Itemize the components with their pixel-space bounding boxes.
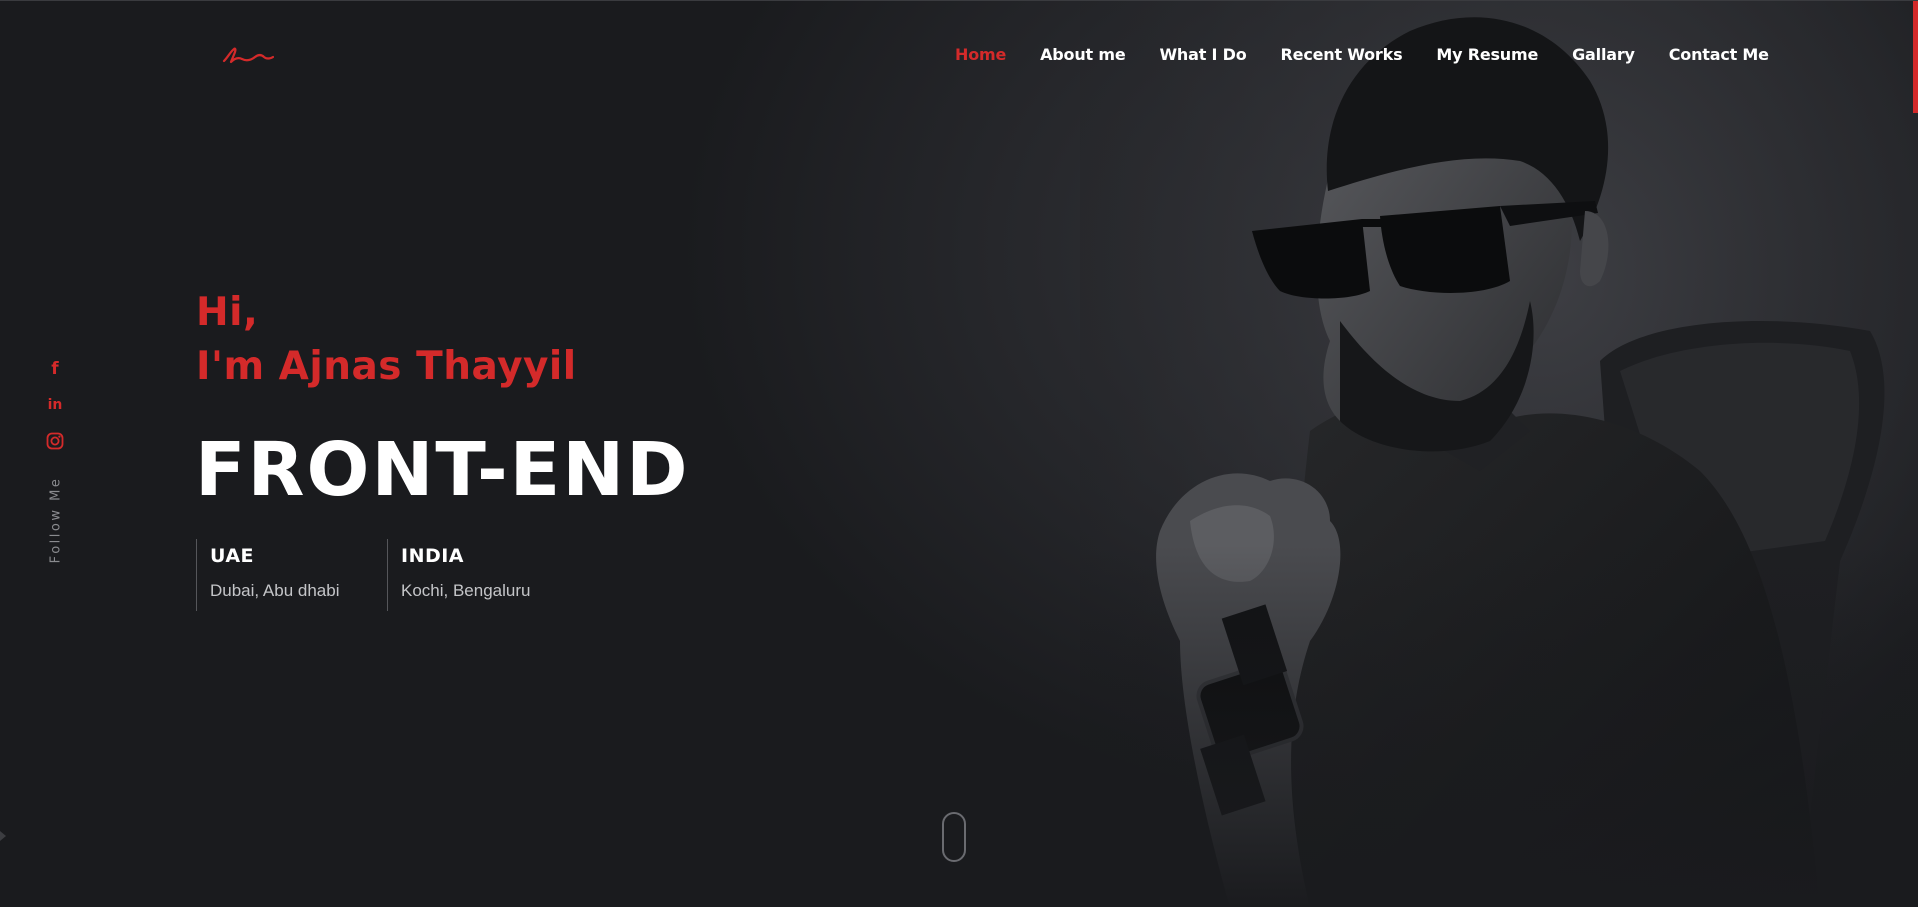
nav-contact-me[interactable]: Contact Me <box>1669 45 1769 64</box>
nav-what-i-do[interactable]: What I Do <box>1159 45 1246 64</box>
locations: UAE Dubai, Abu dhabi INDIA Kochi, Bengal… <box>196 539 530 611</box>
hero-page: Home About me What I Do Recent Works My … <box>0 0 1918 907</box>
nav-gallary[interactable]: Gallary <box>1572 45 1635 64</box>
location-uae: UAE Dubai, Abu dhabi <box>196 539 387 611</box>
follow-me-label: Follow Me <box>48 476 64 564</box>
instagram-icon[interactable] <box>46 423 64 459</box>
greeting-line-2: I'm Ajnas Thayyil <box>196 344 577 389</box>
left-edge-marker <box>0 831 6 841</box>
main-nav: Home About me What I Do Recent Works My … <box>955 45 1769 64</box>
nav-about-me[interactable]: About me <box>1040 45 1126 64</box>
location-india: INDIA Kochi, Bengaluru <box>387 539 530 611</box>
hero-greeting: Hi, I'm Ajnas Thayyil <box>196 286 577 394</box>
facebook-icon[interactable]: f <box>51 351 58 387</box>
mouse-scroll-icon[interactable] <box>942 812 966 862</box>
location-cities: Dubai, Abu dhabi <box>210 581 340 600</box>
location-cities: Kochi, Bengaluru <box>401 581 531 600</box>
linkedin-icon[interactable]: in <box>48 387 63 423</box>
page-scroll-indicator[interactable] <box>1913 1 1918 113</box>
social-links: f in <box>44 351 66 459</box>
portrait-image <box>1080 1 1918 907</box>
hero-role: FRONT-END <box>195 427 690 513</box>
nav-home[interactable]: Home <box>955 45 1006 64</box>
nav-recent-works[interactable]: Recent Works <box>1281 45 1403 64</box>
location-country: INDIA <box>401 545 465 567</box>
signature-logo-icon[interactable] <box>222 45 274 69</box>
nav-my-resume[interactable]: My Resume <box>1436 45 1538 64</box>
greeting-line-1: Hi, <box>196 290 259 335</box>
location-country: UAE <box>210 545 255 567</box>
